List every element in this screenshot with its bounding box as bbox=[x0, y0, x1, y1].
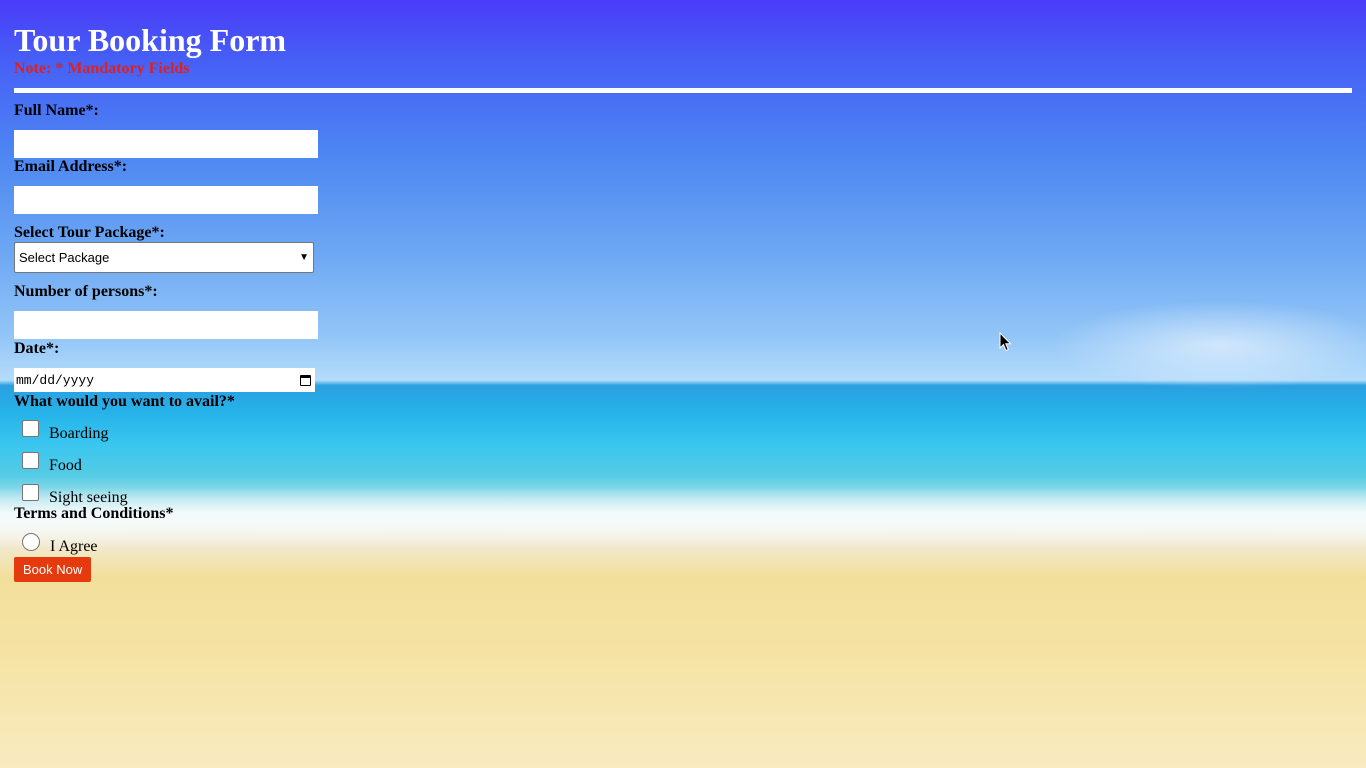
date-placeholder: mm/dd/yyyy bbox=[16, 372, 95, 388]
sight-seeing-checkbox[interactable] bbox=[22, 484, 39, 501]
full-name-input[interactable] bbox=[14, 130, 318, 158]
option-food[interactable]: Food bbox=[14, 452, 1352, 484]
sight-seeing-label: Sight seeing bbox=[49, 489, 128, 506]
mouse-cursor-icon bbox=[999, 332, 1012, 352]
divider bbox=[14, 88, 1352, 93]
calendar-icon[interactable] bbox=[300, 374, 311, 386]
book-now-button[interactable]: Book Now bbox=[14, 557, 92, 582]
chevron-down-icon: ▼ bbox=[299, 252, 309, 263]
terms-label: Terms and Conditions* bbox=[14, 505, 174, 522]
email-label: Email Address*: bbox=[14, 158, 128, 175]
package-label: Select Tour Package*: bbox=[14, 224, 165, 241]
avail-options: Boarding Food Sight seeing bbox=[14, 420, 1352, 506]
boarding-checkbox[interactable] bbox=[22, 420, 39, 437]
avail-label: What would you want to avail?* bbox=[14, 393, 235, 410]
persons-label: Number of persons*: bbox=[14, 283, 158, 300]
full-name-label: Full Name*: bbox=[14, 102, 99, 119]
food-label: Food bbox=[49, 457, 82, 474]
date-label: Date*: bbox=[14, 340, 60, 357]
page-title: Tour Booking Form bbox=[14, 22, 287, 58]
mandatory-note: Note: * Mandatory Fields bbox=[14, 60, 190, 77]
agree-label: I Agree bbox=[50, 538, 98, 555]
booking-form: Tour Booking Form Note: * Mandatory Fiel… bbox=[14, 0, 1352, 582]
package-select[interactable]: Select Package ▼ bbox=[14, 242, 314, 273]
boarding-label: Boarding bbox=[49, 425, 109, 442]
terms-agree-row[interactable]: I Agree bbox=[14, 533, 1352, 557]
date-input[interactable]: mm/dd/yyyy bbox=[14, 368, 315, 392]
package-select-value: Select Package bbox=[19, 250, 110, 265]
email-input[interactable] bbox=[14, 186, 318, 214]
agree-radio[interactable] bbox=[22, 533, 40, 551]
food-checkbox[interactable] bbox=[22, 452, 39, 469]
persons-input[interactable] bbox=[14, 311, 318, 339]
option-sight-seeing[interactable]: Sight seeing bbox=[14, 484, 1352, 506]
option-boarding[interactable]: Boarding bbox=[14, 420, 1352, 452]
